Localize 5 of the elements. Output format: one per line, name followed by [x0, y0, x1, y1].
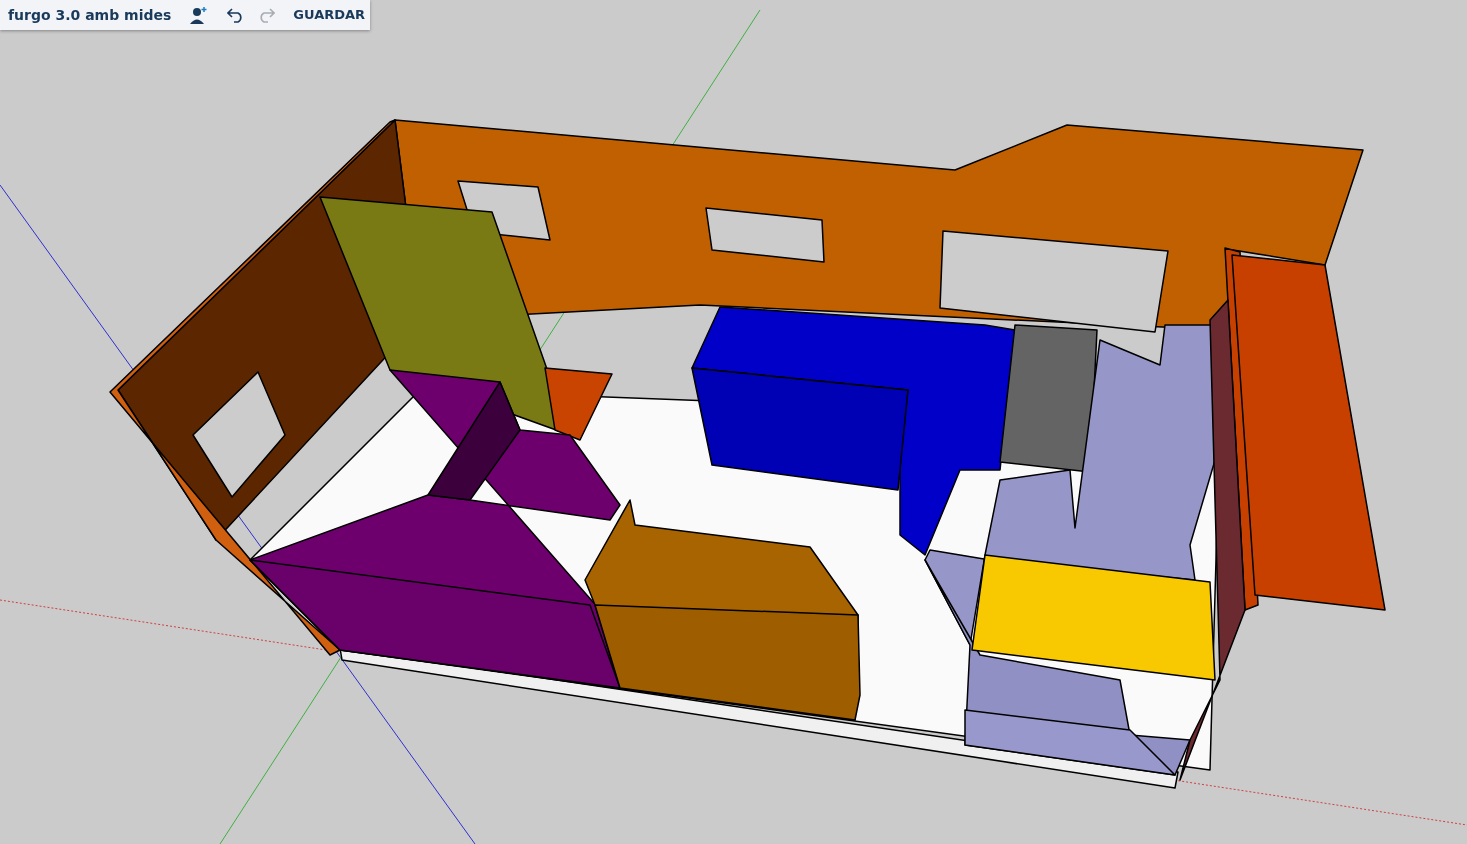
model-title: furgo 3.0 amb mides — [8, 5, 172, 25]
add-user-icon — [189, 6, 210, 24]
add-user-button[interactable] — [189, 6, 210, 24]
redo-icon — [257, 7, 276, 23]
save-button[interactable]: GUARDAR — [293, 5, 366, 25]
